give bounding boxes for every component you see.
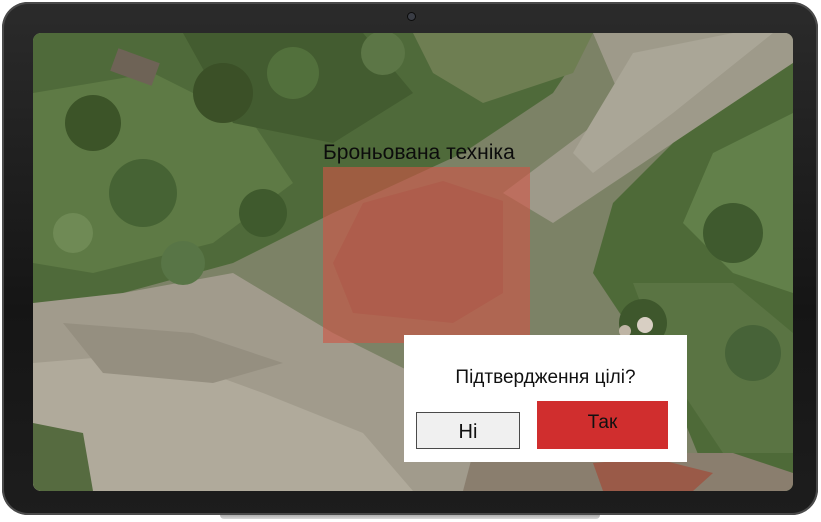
target-confirmation-dialog: Підтвердження цілі? Ні Так <box>404 335 687 462</box>
target-classification-label: Броньована техніка <box>323 141 515 164</box>
drone-video-feed: Броньована техніка Підтвердження цілі? Н… <box>33 33 793 491</box>
reject-button[interactable]: Ні <box>416 412 520 449</box>
target-highlight-box[interactable] <box>323 167 530 343</box>
confirm-button[interactable]: Так <box>537 401 668 449</box>
front-camera-icon <box>408 13 415 20</box>
tablet-device: Броньована техніка Підтвердження цілі? Н… <box>2 2 818 515</box>
dialog-title: Підтвердження цілі? <box>455 367 636 388</box>
